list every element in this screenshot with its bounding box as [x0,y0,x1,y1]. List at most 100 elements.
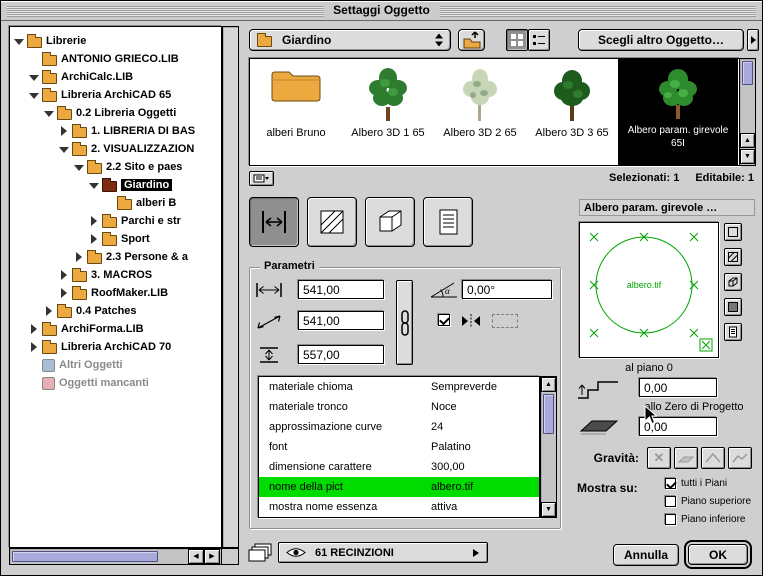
disclosure-triangle-icon[interactable] [74,252,85,263]
scrollbar-thumb[interactable] [742,61,753,85]
preview-symbol-button[interactable] [724,223,742,241]
tree-item[interactable]: 0.2 Libreria Oggetti [10,104,221,122]
show-option-row[interactable]: Piano superiore [665,496,751,507]
disclosure-triangle-icon[interactable] [44,306,55,317]
tree-item-label: Giardino [121,179,172,191]
tree-item[interactable]: Librerie [10,32,221,50]
icon-view-button[interactable] [506,29,528,51]
disclosure-triangle-icon[interactable] [89,234,100,245]
folder-popup-menu[interactable]: Giardino [249,29,451,51]
slab-gray-icon [677,451,695,465]
disclosure-triangle-icon[interactable] [29,342,40,353]
tree-item[interactable]: ArchiForma.LIB [10,320,221,338]
disclosure-triangle-icon[interactable] [89,180,100,191]
scroll-left-arrow[interactable]: ◀ [188,549,204,564]
square-icon [727,226,739,238]
show-option-row[interactable]: tutti i Piani [665,478,727,489]
tree-item[interactable]: Parchi e str [10,212,221,230]
scrollbar-thumb[interactable] [12,551,158,562]
choose-other-object-button[interactable]: Scegli altro Oggetto… [578,29,744,51]
tree-item[interactable]: 3. MACROS [10,266,221,284]
floor-below-checkbox[interactable] [665,514,676,525]
show-option-label: Piano superiore [681,496,751,507]
tree-item-selected[interactable]: Giardino [10,176,221,194]
ok-button[interactable]: OK [688,544,748,565]
disclosure-triangle-icon[interactable] [59,288,70,299]
preview-shaded-button[interactable] [724,298,742,316]
editable-count: Editabile: 1 [695,172,754,184]
browser-options-button[interactable] [249,171,274,186]
scroll-down-arrow[interactable]: ▼ [541,502,556,517]
up-one-level-button[interactable] [458,29,485,51]
tree-item[interactable]: RoofMaker.LIB [10,284,221,302]
elevation-field[interactable]: 0,00 [639,378,717,397]
listing-tab[interactable] [423,197,473,247]
parameter-row[interactable]: fontPalatino [259,437,539,457]
disclosure-triangle-icon[interactable] [59,126,70,137]
parameter-row[interactable]: mostra nome essenzaattiva [259,497,539,517]
link-dimensions-button[interactable] [396,280,413,365]
tree-vertical-scrollbar[interactable] [222,26,239,548]
tree-item[interactable]: Libreria ArchiCAD 65 [10,86,221,104]
show-option-row[interactable]: Piano inferiore [665,514,745,525]
disclosure-triangle-icon[interactable] [89,216,100,227]
scroll-up-arrow[interactable]: ▲ [740,133,755,148]
parameter-row[interactable]: materiale troncoNoce [259,397,539,417]
parameter-row[interactable]: materiale chiomaSempreverde [259,377,539,397]
disclosure-triangle-icon[interactable] [29,90,40,101]
toolbar-more-button[interactable] [747,29,759,51]
object-tile[interactable]: Albero 3D 3 65 [526,59,618,165]
disclosure-triangle-icon[interactable] [44,108,55,119]
scroll-up-arrow[interactable]: ▲ [541,377,556,392]
cancel-button[interactable]: Annulla [613,544,679,566]
tree-item[interactable]: alberi B [10,194,221,212]
tree-item[interactable]: 2.3 Persone & a [10,248,221,266]
preview-pane[interactable]: albero.tif [579,222,719,358]
symbol-size-tab[interactable] [249,197,299,247]
object-tile[interactable]: alberi Bruno [250,59,342,165]
attributes-tab[interactable] [307,197,357,247]
preview-3d-button[interactable] [724,273,742,291]
table-vertical-scrollbar[interactable]: ▲ ▼ [540,376,557,518]
scrollbar-thumb[interactable] [543,394,554,434]
tree-item[interactable]: Sport [10,230,221,248]
disclosure-triangle-icon[interactable] [29,324,40,335]
all-floors-checkbox[interactable] [665,478,676,489]
tree-item[interactable]: 2.2 Sito e paes [10,158,221,176]
preview-notes-button[interactable] [724,323,742,341]
parameter-row[interactable]: dimensione carattere300,00 [259,457,539,477]
grid-view-icon [510,33,524,47]
title-bar[interactable]: Settaggi Oggetto [1,1,762,21]
disclosure-triangle-icon[interactable] [59,144,70,155]
tree-item[interactable]: 0.4 Patches [10,302,221,320]
rotation-angle-field[interactable]: 0,00° [462,280,552,299]
scroll-down-arrow[interactable]: ▼ [740,149,755,164]
width-field[interactable]: 541,00 [298,280,384,299]
tree-item[interactable]: ArchiCalc.LIB [10,68,221,86]
browser-vertical-scrollbar[interactable]: ▲ ▼ [739,58,756,166]
tree-item[interactable]: 1. LIBRERIA DI BAS [10,122,221,140]
model-3d-tab[interactable] [365,197,415,247]
object-tile-selected[interactable]: Albero param. girevole 65I [618,59,738,165]
disclosure-triangle-icon[interactable] [59,270,70,281]
height-field[interactable]: 557,00 [298,345,384,364]
object-tile[interactable]: Albero 3D 2 65 [434,59,526,165]
floor-above-checkbox[interactable] [665,496,676,507]
object-tile[interactable]: Albero 3D 1 65 [342,59,434,165]
layer-popup[interactable]: 61 RECINZIONI [278,542,488,563]
scroll-right-arrow[interactable]: ▶ [204,549,220,564]
tree-horizontal-scrollbar[interactable]: ◀ ▶ [9,548,222,565]
disclosure-triangle-icon[interactable] [29,72,40,83]
parameter-row[interactable]: approssimazione curve24 [259,417,539,437]
tree-item[interactable]: 2. VISUALIZZAZION [10,140,221,158]
tree-item[interactable]: ANTONIO GRIECO.LIB [10,50,221,68]
disclosure-triangle-icon[interactable] [74,162,85,173]
parameters-group: Parametri 541,00 541,00 557,00 α 0,00° m… [249,267,561,529]
disclosure-triangle-icon[interactable] [14,36,25,47]
depth-field[interactable]: 541,00 [298,311,384,330]
preview-hatch-button[interactable] [724,248,742,266]
mirror-checkbox[interactable] [438,314,450,326]
list-view-button[interactable] [528,29,550,51]
tree-item[interactable]: Libreria ArchiCAD 70 [10,338,221,356]
parameter-row-selected[interactable]: nome della pictalbero.tif [259,477,539,497]
